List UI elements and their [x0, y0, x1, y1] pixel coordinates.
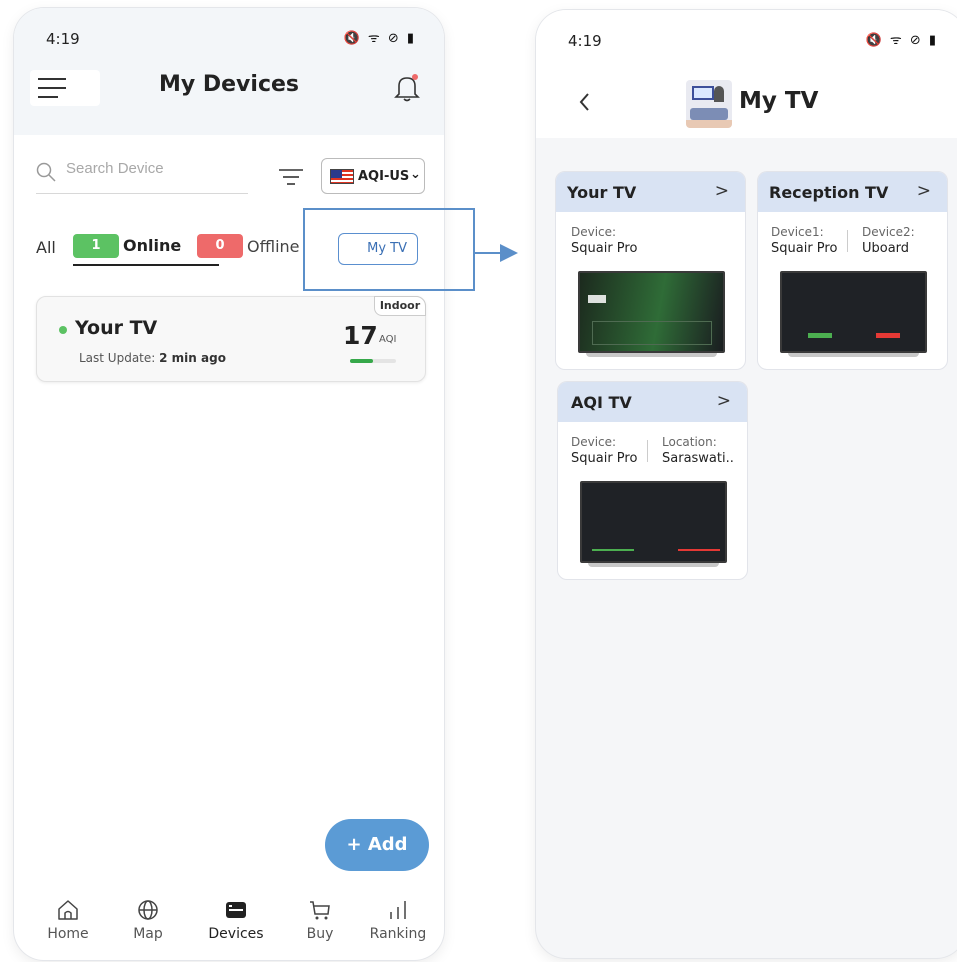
field-label: Device2:: [862, 225, 915, 239]
tv-screen-preview: [780, 271, 927, 353]
field-label: Device:: [571, 435, 617, 449]
search-icon: [36, 162, 56, 182]
tv-card-header: Reception TV >: [758, 172, 947, 212]
tv-card-header: AQI TV >: [558, 382, 747, 422]
status-time: 4:19: [46, 30, 80, 48]
nav-buy[interactable]: Buy: [280, 898, 360, 942]
tab-offline[interactable]: 0 Offline: [197, 234, 307, 266]
aqi-level-fill: [350, 359, 373, 363]
globe-icon: [138, 900, 158, 920]
tv-room-thumbnail: [686, 80, 732, 128]
tv-stand: [788, 353, 919, 357]
field-value: Squair Pro: [571, 451, 638, 466]
add-device-button[interactable]: + Add: [325, 819, 429, 871]
home-icon: [58, 900, 78, 920]
status-icons: 🔇 ᯤ ⊘ ▮: [865, 33, 938, 48]
nav-map[interactable]: Map: [108, 898, 188, 942]
device-card[interactable]: Indoor Your TV Last Update: 2 min ago 17…: [36, 296, 426, 382]
back-icon[interactable]: [576, 90, 594, 114]
status-time: 4:19: [568, 32, 602, 50]
region-select[interactable]: AQI-US ⌄: [321, 158, 425, 194]
field-value: Uboard: [862, 241, 910, 256]
offline-count-badge: 0: [197, 234, 243, 258]
field-label: Location:: [662, 435, 717, 449]
region-label: AQI-US: [358, 169, 410, 184]
last-update-value: 2 min ago: [159, 351, 226, 365]
chevron-right-icon: >: [714, 181, 729, 201]
field-label: Device:: [571, 225, 617, 239]
aqi-level-bar: [350, 359, 396, 363]
cart-icon: [310, 901, 330, 920]
filter-icon[interactable]: [278, 167, 304, 187]
tab-all[interactable]: All: [36, 238, 56, 257]
header: 4:19 🔇 ᯤ ⊘ ▮ My TV: [536, 10, 957, 138]
my-tv-screen: 4:19 🔇 ᯤ ⊘ ▮ My TV Your TV > Device: Squ…: [536, 10, 957, 958]
indoor-badge: Indoor: [374, 296, 426, 316]
search-input[interactable]: [66, 160, 246, 177]
aqi-unit: AQI: [379, 334, 397, 345]
tab-offline-label: Offline: [247, 237, 300, 256]
chevron-down-icon: ⌄: [410, 167, 421, 182]
nav-buy-label: Buy: [306, 926, 334, 942]
nav-ranking-label: Ranking: [369, 926, 427, 942]
tv-screen-preview: [578, 271, 725, 353]
nav-map-label: Map: [133, 926, 163, 942]
nav-home[interactable]: Home: [28, 898, 108, 942]
field-value: Squair Pro: [771, 241, 838, 256]
nav-devices[interactable]: Devices: [196, 898, 276, 942]
nav-ranking[interactable]: Ranking: [358, 898, 438, 942]
page-title: My Devices: [158, 72, 299, 97]
field-value: Squair Pro: [571, 241, 638, 256]
tv-card-your-tv[interactable]: Your TV > Device: Squair Pro: [555, 171, 746, 370]
online-status-dot: [59, 326, 67, 334]
devices-icon: [226, 902, 246, 918]
field-value: Saraswati..: [662, 451, 734, 466]
tv-stand: [588, 563, 719, 567]
field-label: Device1:: [771, 225, 824, 239]
header: 4:19 🔇 ᯤ ⊘ ▮ My Devices: [14, 8, 444, 135]
tv-card-reception-tv[interactable]: Reception TV > Device1: Squair Pro Devic…: [757, 171, 948, 370]
search-field[interactable]: [36, 158, 248, 194]
chevron-right-icon: >: [916, 181, 931, 201]
bell-icon[interactable]: [394, 72, 420, 102]
tv-card-aqi-tv[interactable]: AQI TV > Device: Squair Pro Location: Sa…: [557, 381, 748, 580]
status-icons: 🔇 ᯤ ⊘ ▮: [343, 31, 416, 46]
tv-card-title: Your TV: [567, 183, 637, 202]
online-count-badge: 1: [73, 234, 119, 258]
nav-devices-label: Devices: [208, 926, 264, 942]
field-divider: [847, 230, 848, 252]
tv-card-title: AQI TV: [571, 393, 632, 412]
nav-home-label: Home: [47, 926, 89, 942]
tv-card-title: Reception TV: [769, 183, 889, 202]
ranking-icon: [390, 901, 406, 919]
tab-online-label: Online: [123, 236, 182, 255]
arrow-head-icon: [500, 244, 518, 262]
bottom-nav: Home Map Devices Buy Ranking: [14, 888, 444, 958]
tv-screen-preview: [580, 481, 727, 563]
field-divider: [647, 440, 648, 462]
highlight-box: [303, 208, 475, 291]
my-devices-screen: 4:19 🔇 ᯤ ⊘ ▮ My Devices AQI-US ⌄ All 1: [14, 8, 444, 960]
last-update: Last Update: 2 min ago: [79, 351, 226, 365]
page-title: My TV: [739, 88, 819, 114]
last-update-label: Last Update:: [79, 351, 156, 365]
device-name: Your TV: [75, 317, 158, 339]
chevron-right-icon: >: [716, 391, 731, 411]
tv-stand: [586, 353, 717, 357]
tv-card-header: Your TV >: [556, 172, 745, 212]
aqi-value: 17: [343, 321, 378, 350]
arrow-connector: [475, 252, 503, 254]
us-flag-icon: [330, 169, 354, 184]
